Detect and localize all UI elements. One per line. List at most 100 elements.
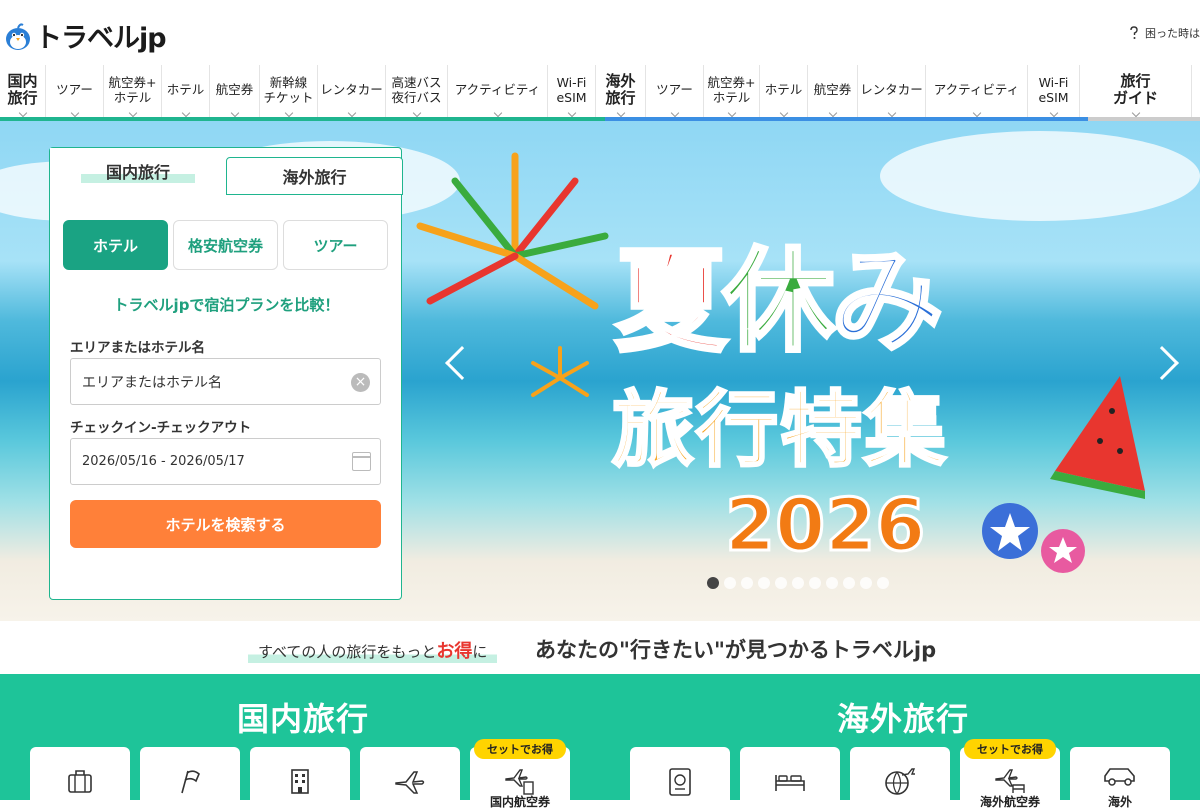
hero-title-char: 夏 [613,235,729,369]
nav-item[interactable]: 航空券+ ホテル [104,65,162,120]
nav-item[interactable]: アクティビティ [448,65,548,120]
overseas-section-title: 海外旅行 [837,700,970,738]
search-hotel-button[interactable]: ホテルを検索する [70,500,381,548]
chevron-down-icon [230,108,239,118]
suitcase-icon [68,770,92,793]
tagline-right: あなたの"行きたい"が見つかるトラベルjp [535,638,937,662]
slide-dot[interactable] [809,577,821,589]
nav-item[interactable]: Wi-Fi eSIM [1028,65,1080,120]
clear-icon[interactable]: × [351,373,370,392]
nav-item[interactable]: Wi-Fi eSIM [548,65,596,120]
slide-dot[interactable] [877,577,889,589]
area-placeholder: エリアまたはホテル名 [82,374,222,391]
tagline-left: すべての人の旅行をもっとお得に [248,637,498,663]
compare-heading: トラベルjpで宿泊プランを比較！ [113,296,340,314]
nav-item[interactable]: 国内 旅行 [0,65,46,120]
hero-year: 2026 [723,482,926,569]
logo-text: トラベルjp [35,23,167,54]
morning-glory-icon [982,503,1085,573]
chevron-down-icon [727,108,736,118]
domestic-section-title: 国内旅行 [237,700,370,738]
nav-item[interactable]: レンタカー [858,65,926,120]
slide-dot[interactable] [826,577,838,589]
logo[interactable]: トラベルjp [4,16,167,55]
flight-bed-icon [995,769,1025,793]
nav-item[interactable]: レンタカー [318,65,386,120]
tab-domestic[interactable]: 国内旅行 [50,148,226,194]
nav-item-label: 旅行 ガイド [1112,71,1158,107]
firework-icon [416,152,609,310]
slide-dot[interactable] [860,577,872,589]
bird-mascot-icon [4,21,32,51]
chevron-down-icon [1131,108,1140,118]
tab-overseas[interactable]: 海外旅行 [226,157,403,195]
chevron-down-icon [828,108,837,118]
nav-item-label: 航空券 [215,82,254,97]
overseas-rental-car-card[interactable]: 海外 [1070,747,1170,809]
hero-title: 夏休み [613,211,945,373]
nav-item-label: ホテル [764,82,803,97]
nav-item-label: 航空券 [813,82,852,97]
small-firework-icon [531,346,589,397]
nav-item[interactable]: 海外 旅行 [596,65,646,120]
slide-dot[interactable] [843,577,855,589]
hero-title-char: 休 [721,235,837,369]
nav-item[interactable]: ホテル [162,65,210,120]
slide-dot[interactable] [741,577,753,589]
slide-dot[interactable] [758,577,770,589]
overseas-tour-card[interactable] [630,747,730,807]
next-slide-button[interactable] [1145,346,1179,380]
watermelon-icon [1050,376,1145,499]
nav-item[interactable]: 航空券+ ホテル [704,65,760,120]
domestic-flight-card[interactable] [360,747,460,807]
slide-dot[interactable] [724,577,736,589]
date-range-input[interactable]: 2026/05/16 - 2026/05/17 [70,438,381,485]
chevron-down-icon [493,108,502,118]
nav-item[interactable]: 航空券 [210,65,260,120]
nav-item-label: 航空券+ ホテル [108,74,157,105]
airplane-icon [395,771,425,794]
nav-item[interactable]: 航空券 [808,65,858,120]
chevron-down-icon [670,108,679,118]
chevron-down-icon [616,108,625,118]
nav-item-label: 国内 旅行 [7,71,38,107]
card-label: 国内航空券 [489,795,550,809]
domestic-activity-card[interactable] [140,747,240,807]
chevron-down-icon [284,108,293,118]
nav-item[interactable]: ホテル [760,65,808,120]
nav-item[interactable]: ツアー [646,65,704,120]
search-panel: 海外旅行 国内旅行 ホテル 格安航空券 ツアー トラベルjpで宿泊プランを比較！… [49,147,403,600]
nav-item[interactable]: ツアー [46,65,104,120]
overseas-hotel-card[interactable] [740,747,840,807]
passport-icon [669,768,691,796]
slide-dot[interactable] [775,577,787,589]
segment-cheap-flights[interactable]: 格安航空券 [173,220,278,270]
nav-item-label: レンタカー [320,82,383,97]
card-label: 海外 [1107,795,1132,809]
nav-item[interactable]: 高速バス 夜行バス [386,65,448,120]
slide-dot[interactable] [792,577,804,589]
domestic-tour-card[interactable] [30,747,130,807]
nav-item-label: アクティビティ [454,82,541,97]
chevron-down-icon [779,108,788,118]
help-label: 困った時は [1145,27,1200,40]
nav-item-label: Wi-Fi eSIM [1038,74,1069,105]
area-input[interactable]: エリアまたはホテル名 × [70,358,381,405]
calendar-icon[interactable] [352,452,371,471]
nav-item[interactable]: アクティビティ [926,65,1028,120]
nav-item[interactable]: 新幹線 チケット [260,65,318,120]
help-link[interactable]: 困った時は [1128,25,1200,41]
question-icon [1130,26,1138,39]
overseas-flight-card[interactable] [850,747,950,807]
chevron-down-icon [1049,108,1058,118]
segment-tour[interactable]: ツアー [283,220,388,270]
nav-item-label: ツアー [56,82,93,97]
nav-item-label: ホテル [166,82,205,97]
set-deal-badge: セットでお得 [474,739,566,759]
segment-hotel[interactable]: ホテル [63,220,168,270]
slide-dot[interactable] [707,577,719,589]
nav-item[interactable]: 旅行 ガイド [1080,65,1192,120]
chevron-down-icon [347,108,356,118]
nav-item-label: アクティビティ [933,82,1020,97]
domestic-hotel-card[interactable] [250,747,350,807]
